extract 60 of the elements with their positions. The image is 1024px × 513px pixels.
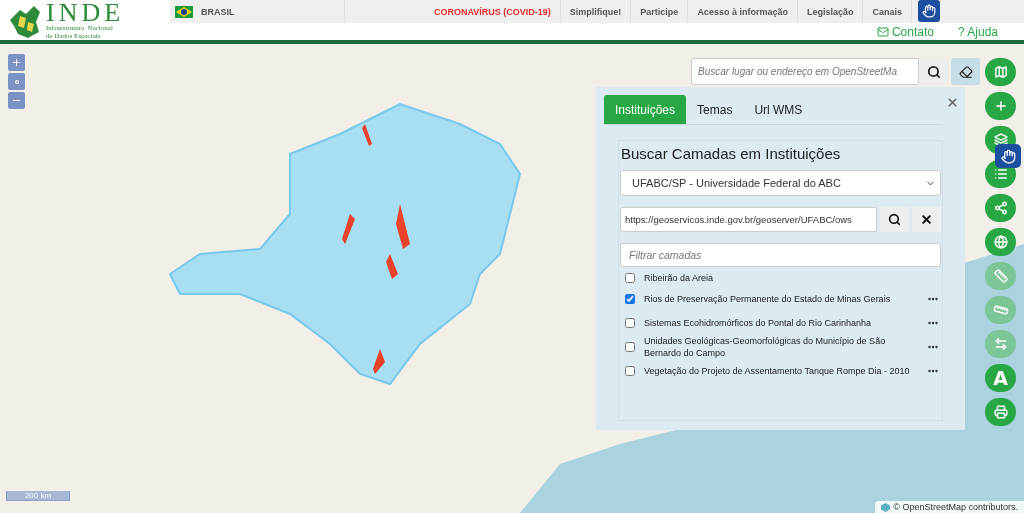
nav-link[interactable]: Simplifique! [560,0,632,23]
search-button[interactable] [880,207,909,232]
mail-icon [876,25,889,38]
layer-name: Sistemas Ecohidromórficos do Pontal do Rio Carinhanha [644,317,873,329]
plus-icon [11,57,22,68]
close-icon [920,213,933,226]
place-search-field[interactable]: Buscar lugar ou endereço em OpenStreetMa [691,58,919,85]
accessibility-button[interactable] [917,0,940,22]
logo-title: INDE [46,2,125,24]
nav-link[interactable]: Acesso à informação [688,0,798,23]
hexagon-icon [881,502,891,512]
flag-icon [175,5,193,18]
ruler-icon [993,269,1008,283]
panel-tab[interactable]: Url WMS [743,95,814,124]
layer-checkbox[interactable] [625,294,635,304]
panel-title: Buscar Camadas em Instituições [621,145,842,162]
swap-arrows-icon [993,337,1008,351]
close-button[interactable] [946,96,959,109]
nav-link[interactable]: CORONAVÍRUS (COVID-19) [425,0,561,23]
share-button[interactable] [985,194,1016,222]
nav-link[interactable]: BRASIL [170,0,345,23]
plus-icon [993,99,1008,113]
layer-checkbox[interactable] [625,318,635,328]
search-button[interactable] [919,58,948,85]
add-button[interactable] [985,92,1016,120]
panel-tab[interactable]: Temas [686,95,744,124]
printer-icon [993,405,1008,419]
eraser-button[interactable] [951,58,980,85]
zoom-in-button[interactable] [8,54,25,71]
hand-icon [921,4,936,18]
map-button[interactable] [985,58,1016,86]
close-icon [946,96,959,109]
scale-bar: 200 km [6,491,70,501]
layer-checkbox[interactable] [625,342,635,352]
layer-name: Rios de Preservação Permanente do Estado de Minas Gerais [644,293,892,305]
hand-icon [1000,148,1016,164]
layer-checkbox[interactable] [625,366,635,376]
reset-view-button[interactable] [8,73,25,90]
layer-name: Vegetação do Projeto de Assentamento Tanque Rompe Dia - 2010 [644,365,911,377]
map-icon [993,65,1008,79]
share-icon [993,201,1008,215]
globe-button[interactable] [985,228,1016,256]
layer-name: Unidades Geológicas-Geomorfológicas do Município de São Bernardo do Campo [644,335,887,359]
clear-button[interactable] [912,207,941,232]
search-icon [926,64,941,79]
layer-checkbox[interactable] [625,273,635,283]
search-icon [888,213,901,226]
url-field[interactable]: https://geoservicos.inde.gov.br/geoserver/UFABC/ows [620,207,877,232]
nav-link[interactable]: Legislação [797,0,864,23]
globe-icon [993,235,1008,249]
zoom-out-button[interactable] [8,92,25,109]
filter-field[interactable]: Filtrar camadas [620,243,941,267]
attribution-text: © OpenStreetMap contributors. [893,502,1018,512]
institution-select[interactable]: UFABC/SP - Universidade Federal do ABC [620,170,941,196]
eraser-icon [958,64,973,79]
nav-link[interactable]: Participe [631,0,689,23]
nav-link[interactable]: Canais [863,0,912,23]
layer-name: Ribeirão da Areia [644,273,715,284]
accessibility-button[interactable] [995,144,1021,168]
list-icon [993,167,1008,181]
